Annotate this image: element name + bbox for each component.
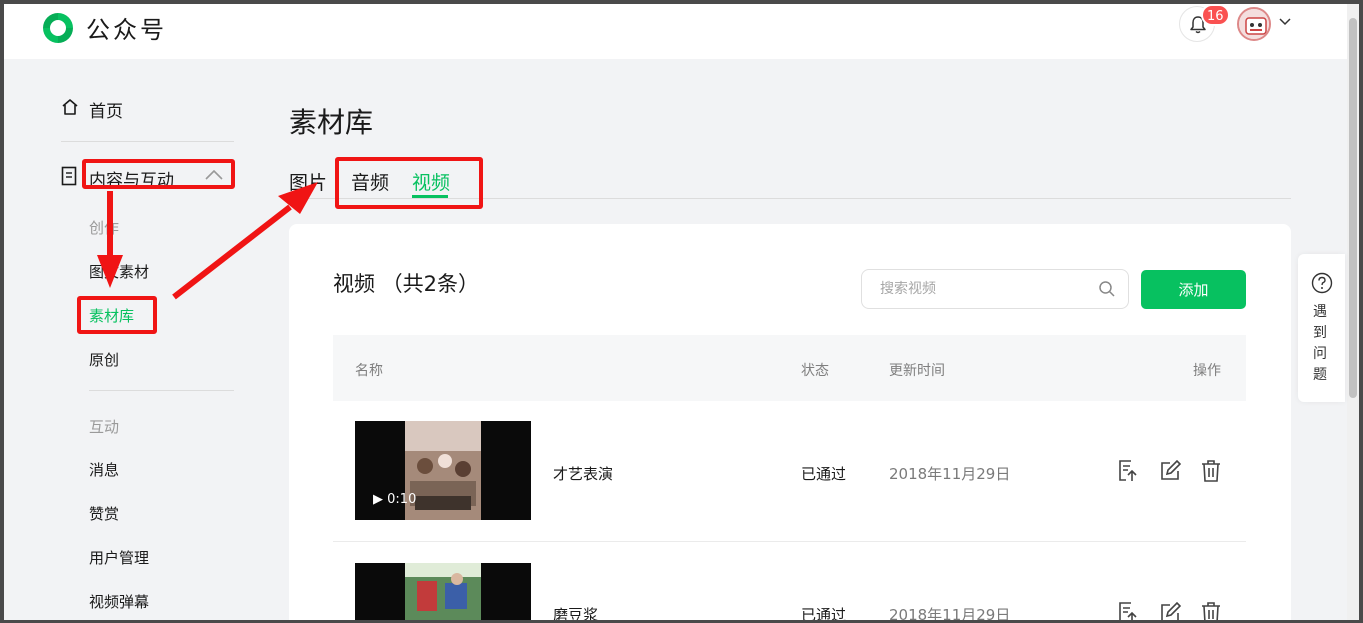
search-icon[interactable] [1098,280,1116,298]
video-frame-image [405,563,481,620]
video-frame-image [405,421,481,520]
section-title: 视频 （共2条） [333,272,480,296]
sidebar-item-video-danmaku[interactable]: 视频弹幕 [89,591,149,612]
video-duration: ▶ 0:10 [373,492,417,507]
sidebar-item-original[interactable]: 原创 [89,349,119,370]
column-header-actions: 操作 [1193,363,1221,379]
column-header-status: 状态 [801,363,829,379]
tab-images[interactable]: 图片 [289,168,327,195]
sidebar-item-graphic-material[interactable]: 图文素材 [89,261,149,282]
annotation-box-material-library [77,296,157,334]
video-date: 2018年11月29日 [889,465,1011,483]
sidebar-head-interaction: 互动 [89,418,120,436]
video-name: 磨豆浆 [553,606,599,623]
edit-icon[interactable] [1159,602,1181,623]
chevron-down-icon[interactable] [1279,18,1291,26]
video-name: 才艺表演 [553,465,614,483]
document-icon [61,166,77,186]
annotation-box-tabs [335,157,483,209]
edit-icon[interactable] [1159,460,1181,482]
sidebar-item-messages[interactable]: 消息 [89,459,119,480]
upload-icon[interactable] [1117,459,1139,483]
sidebar-item-rewards[interactable]: 赞赏 [89,503,119,524]
help-label[interactable]: 遇到问题 [1313,302,1331,386]
sidebar-divider [61,141,234,142]
table-header [333,335,1246,401]
scrollbar[interactable] [1347,4,1359,620]
delete-icon[interactable] [1200,601,1222,623]
sidebar-head-creation: 创作 [89,219,120,237]
sidebar-item-user-management[interactable]: 用户管理 [89,547,149,568]
sidebar-item-home[interactable]: 首页 [89,97,123,122]
page-title: 素材库 [289,106,374,139]
annotation-box-content-group [82,159,235,189]
search-input[interactable] [861,269,1129,309]
top-bar [4,4,1359,59]
column-header-updated: 更新时间 [889,363,945,379]
video-thumbnail[interactable] [355,563,531,620]
video-date: 2018年11月29日 [889,606,1011,623]
brand-name: 公众号 [86,16,167,44]
delete-icon[interactable] [1200,459,1222,483]
wechat-official-logo-icon[interactable] [40,10,76,46]
column-header-name: 名称 [355,363,383,379]
add-button[interactable]: 添加 [1141,270,1246,309]
notification-badge: 16 [1201,4,1230,26]
upload-icon[interactable] [1117,601,1139,623]
row-divider [333,541,1246,542]
scrollbar-thumb[interactable] [1349,18,1357,398]
video-status: 已通过 [801,465,847,483]
avatar[interactable] [1237,7,1271,41]
sidebar-divider [89,390,234,391]
video-thumbnail[interactable]: ▶ 0:10 [355,421,531,520]
home-icon [62,99,78,115]
question-icon[interactable] [1311,272,1333,294]
video-status: 已通过 [801,606,847,623]
